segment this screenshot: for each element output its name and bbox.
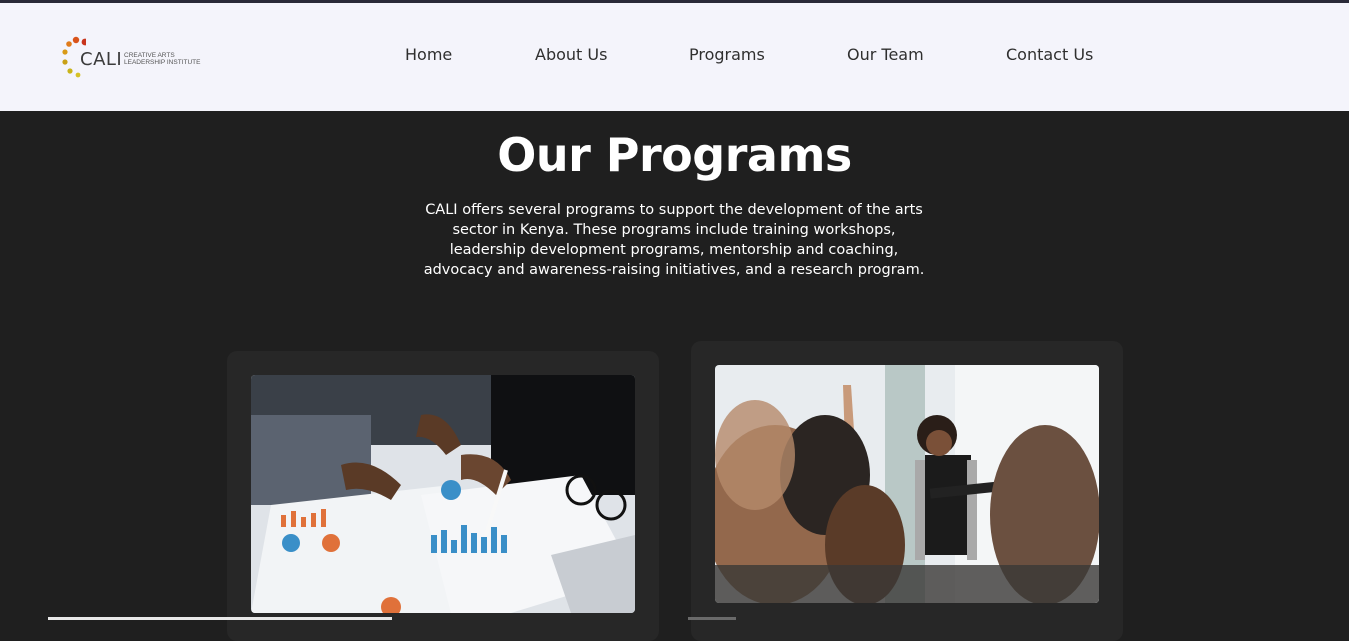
nav-our-team[interactable]: Our Team [847, 45, 924, 64]
site-header: CALI CREATIVE ARTS LEADERSHIP INSTITUTE … [0, 3, 1349, 111]
program-card-2[interactable] [691, 341, 1123, 641]
page-title: Our Programs [497, 128, 852, 182]
main-nav: Home About Us Programs Our Team Contact … [0, 45, 1349, 69]
programs-description: CALI offers several programs to support … [423, 202, 925, 278]
nav-about-us[interactable]: About Us [535, 45, 607, 64]
nav-home[interactable]: Home [405, 45, 452, 64]
nav-contact-us[interactable]: Contact Us [1006, 45, 1093, 64]
nav-programs[interactable]: Programs [689, 45, 765, 64]
program-card-1[interactable] [227, 351, 659, 641]
classroom-presentation-photo [715, 365, 1099, 603]
business-meeting-photo [251, 375, 635, 613]
